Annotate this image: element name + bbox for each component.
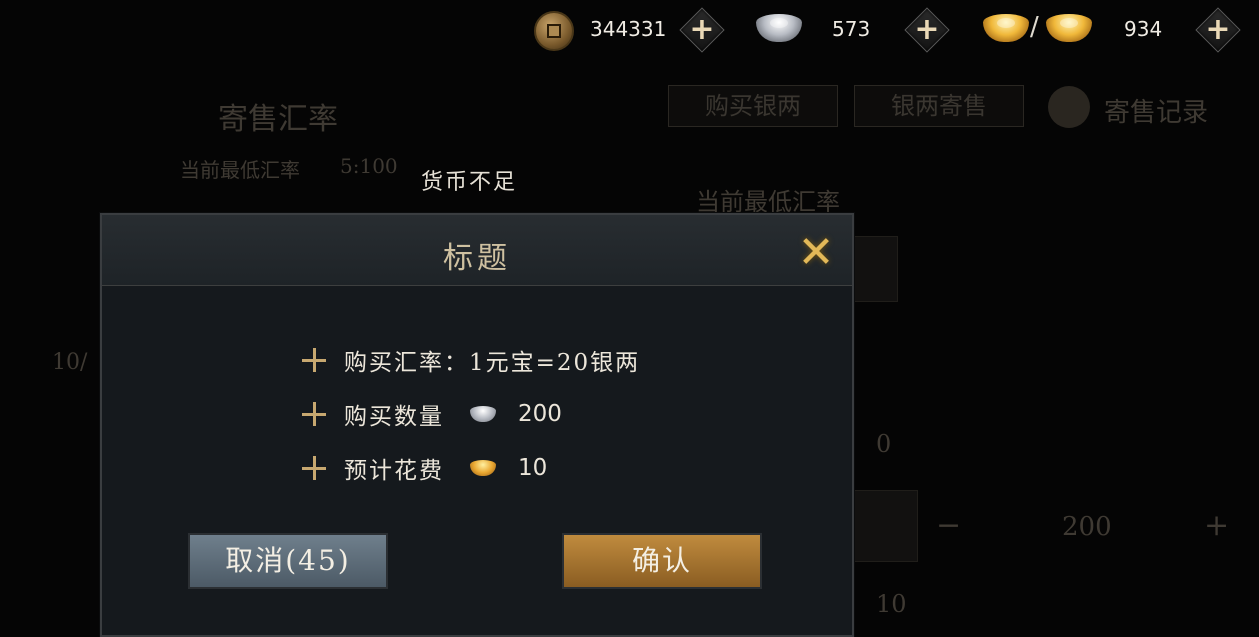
item-slot bbox=[848, 490, 918, 562]
silver-amount: 573 bbox=[832, 17, 871, 41]
minus-icon[interactable]: − bbox=[936, 508, 961, 543]
silver-ingot-icon bbox=[470, 406, 496, 422]
star-bullet-icon bbox=[302, 456, 326, 480]
right-rate-label: 当前最低汇率 bbox=[696, 188, 840, 216]
add-silver-button[interactable]: + bbox=[904, 7, 950, 53]
lowest-rate-label: 当前最低汇率 bbox=[180, 158, 300, 182]
plus-icon[interactable]: + bbox=[1204, 508, 1229, 543]
tab-buy-silver[interactable]: 购买银两 bbox=[668, 85, 838, 127]
currency-separator: / bbox=[1030, 12, 1039, 42]
quantity-value: 200 bbox=[518, 401, 562, 427]
tab-sell-silver[interactable]: 银两寄售 bbox=[854, 85, 1024, 127]
cost-value: 10 bbox=[518, 455, 548, 481]
bound-gold-ingot-icon bbox=[1046, 14, 1092, 42]
plus-icon: + bbox=[689, 12, 715, 47]
dialog-header: 标题 ✕ bbox=[102, 215, 852, 286]
stepper-value: 200 bbox=[1062, 512, 1112, 542]
rate-slot bbox=[848, 236, 898, 302]
right-value-2: 10 bbox=[876, 590, 907, 618]
warning-text: 货币不足 bbox=[421, 170, 518, 195]
star-bullet-icon bbox=[302, 402, 326, 426]
dialog-title: 标题 bbox=[443, 241, 511, 276]
copper-amount: 344331 bbox=[590, 17, 667, 41]
record-icon bbox=[1048, 86, 1090, 128]
purchase-dialog: 标题 ✕ 购买汇率：1元宝=20银两 购买数量 200 预计花费 10 取消(4… bbox=[100, 213, 854, 637]
plus-icon: + bbox=[914, 12, 940, 47]
rate-label: 购买汇率：1元宝=20银两 bbox=[344, 350, 641, 376]
cost-label: 预计花费 bbox=[344, 458, 444, 484]
cost-row: 预计花费 10 bbox=[302, 451, 547, 485]
quantity-row: 购买数量 200 bbox=[302, 397, 562, 431]
silver-ingot-icon bbox=[756, 14, 802, 42]
add-gold-button[interactable]: + bbox=[1195, 7, 1241, 53]
left-count: 10/ bbox=[52, 350, 88, 375]
plus-icon: + bbox=[1205, 12, 1231, 47]
rate-row: 购买汇率：1元宝=20银两 bbox=[302, 343, 640, 377]
copper-coin-icon bbox=[534, 11, 574, 51]
star-bullet-icon bbox=[302, 348, 326, 372]
gold-amount: 934 bbox=[1124, 17, 1163, 41]
section-title: 寄售汇率 bbox=[218, 102, 338, 137]
record-label[interactable]: 寄售记录 bbox=[1104, 92, 1208, 129]
lowest-rate-value: 5:100 bbox=[340, 154, 398, 178]
add-copper-button[interactable]: + bbox=[679, 7, 725, 53]
quantity-label: 购买数量 bbox=[344, 404, 444, 430]
close-icon[interactable]: ✕ bbox=[794, 231, 838, 275]
gold-ingot-icon bbox=[470, 460, 496, 476]
confirm-button[interactable]: 确认 bbox=[562, 533, 762, 589]
cancel-button[interactable]: 取消(45) bbox=[188, 533, 388, 589]
gold-ingot-icon bbox=[983, 14, 1029, 42]
right-value-1: 0 bbox=[876, 430, 892, 458]
